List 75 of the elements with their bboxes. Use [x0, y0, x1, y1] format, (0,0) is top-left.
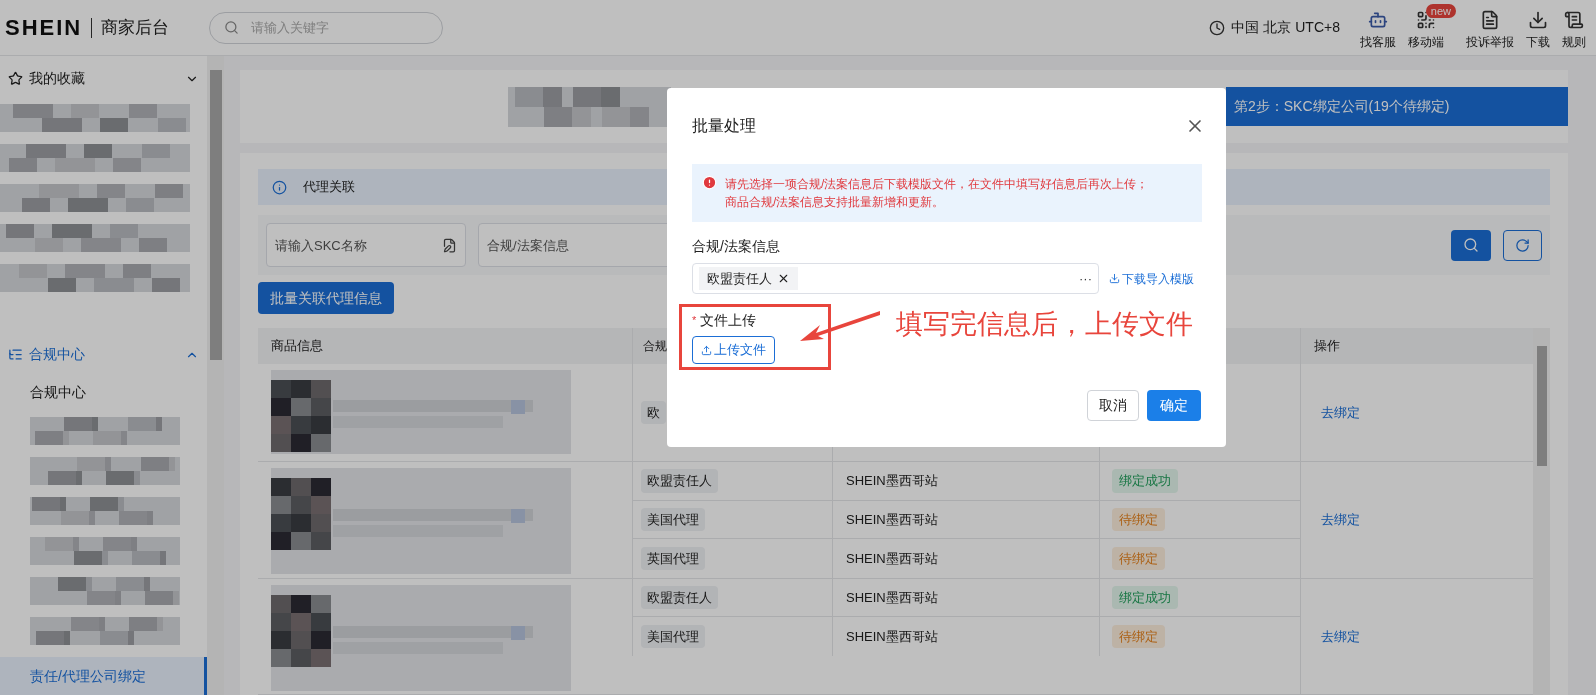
robot-icon — [1368, 10, 1388, 30]
status-tag: 待绑定 — [1112, 546, 1165, 570]
toolbar-button[interactable]: 下载 — [1524, 4, 1552, 51]
tag: 欧 — [641, 400, 666, 425]
required-mark: * — [692, 313, 697, 329]
batch-link-button[interactable]: 批量关联代理信息 — [258, 282, 394, 314]
sidebar-item[interactable]: 责任/代理公司绑定 — [0, 657, 207, 695]
refresh-icon — [1515, 237, 1530, 253]
unbind-link[interactable]: 去绑定 — [1321, 402, 1360, 423]
error-icon — [702, 175, 717, 190]
status-tag: 绑定成功 — [1112, 585, 1178, 609]
table-cell-text: SHEIN墨西哥站 — [846, 472, 938, 490]
clock-icon — [1209, 19, 1226, 36]
more-indicator: ··· — [1079, 269, 1092, 288]
sidebar-group[interactable]: 合规中心 — [0, 335, 207, 374]
sidebar-group[interactable]: 我的收藏 — [0, 60, 207, 98]
table-cell-text: SHEIN墨西哥站 — [846, 549, 938, 568]
upload-icon — [701, 344, 712, 356]
annotation-text: 填写完信息后，上传文件 — [896, 308, 1193, 341]
remove-icon[interactable] — [777, 272, 790, 285]
app-title: 商家后台 — [101, 16, 170, 39]
logo: SHEIN — [5, 14, 83, 42]
toolbar-button[interactable]: new 移动端 — [1406, 4, 1456, 51]
compliance-select[interactable]: 欧盟责任人 ··· — [692, 263, 1099, 294]
download-icon — [1109, 273, 1120, 284]
download-template-link[interactable]: 下载导入模版 — [1109, 269, 1194, 288]
table-header-cell-text: 合规 — [643, 338, 667, 355]
skc-field[interactable]: 请输入SKC名称 — [266, 223, 466, 267]
status-tag: 绑定成功 — [1112, 469, 1178, 493]
selected-tag: 欧盟责任人 — [699, 267, 798, 290]
info-text: 代理关联 — [303, 178, 355, 197]
document-icon — [1564, 10, 1584, 30]
skc-input[interactable]: 请输入SKC名称 — [267, 224, 442, 266]
search-button[interactable] — [1451, 229, 1491, 261]
document-edit-icon — [442, 237, 457, 253]
upload-button[interactable]: 上传文件 — [692, 336, 775, 364]
field-label: 合规/法案信息 — [692, 237, 781, 256]
alert-text: 请先选择一项合规/法案信息后下载模版文件，在文件中填写好信息后再次上传； — [725, 176, 1149, 193]
tag: 美国代理 — [641, 507, 705, 531]
search-icon — [1463, 237, 1479, 253]
sidebar-item[interactable]: 合规中心 — [0, 373, 207, 412]
search-icon — [224, 20, 240, 35]
document-icon — [1480, 10, 1500, 30]
refresh-button[interactable] — [1503, 229, 1542, 261]
new-badge: new — [1425, 4, 1456, 18]
status-tag: 待绑定 — [1112, 507, 1165, 531]
scrollbar-thumb[interactable] — [209, 70, 222, 360]
scrollbar-thumb[interactable] — [1536, 346, 1547, 466]
toolbar-button[interactable]: 规则 — [1560, 4, 1588, 51]
unbind-link[interactable]: 去绑定 — [1321, 510, 1360, 530]
status-tag: 待绑定 — [1112, 624, 1165, 648]
timezone-label[interactable]: 中国 北京 UTC+8 — [1231, 17, 1340, 38]
toolbar-button[interactable]: 投诉举报 — [1464, 4, 1516, 51]
tag: 欧盟责任人 — [641, 469, 718, 493]
toolbar-button[interactable]: 找客服 — [1358, 4, 1398, 51]
tag: 英国代理 — [641, 546, 705, 570]
table-cell-text: SHEIN墨西哥站 — [846, 510, 938, 529]
tag: 美国代理 — [641, 624, 705, 648]
dialog-title: 批量处理 — [692, 116, 756, 136]
info-icon — [272, 179, 287, 195]
field-label: 文件上传 — [700, 311, 757, 330]
unbind-link[interactable]: 去绑定 — [1321, 626, 1360, 646]
alert-text: 商品合规/法案信息支持批量新增和更新。 — [725, 194, 946, 211]
search-input[interactable]: 请输入关键字 — [251, 12, 443, 43]
table-cell-text: SHEIN墨西哥站 — [846, 627, 938, 646]
star-icon — [8, 71, 23, 87]
table-cell-text: SHEIN墨西哥站 — [846, 588, 938, 607]
cancel-button[interactable]: 取消 — [1087, 390, 1139, 421]
confirm-button[interactable]: 确定 — [1147, 390, 1201, 421]
tag: 欧盟责任人 — [641, 585, 718, 609]
download-icon — [1528, 10, 1548, 30]
step-bar: 第2步：SKC绑定公司(19个待绑定) — [1226, 87, 1568, 126]
list-icon — [8, 347, 23, 363]
table-header-cell-text: 商品信息 — [270, 337, 324, 356]
compliance-input[interactable]: 合规/法案信息 — [487, 230, 669, 260]
